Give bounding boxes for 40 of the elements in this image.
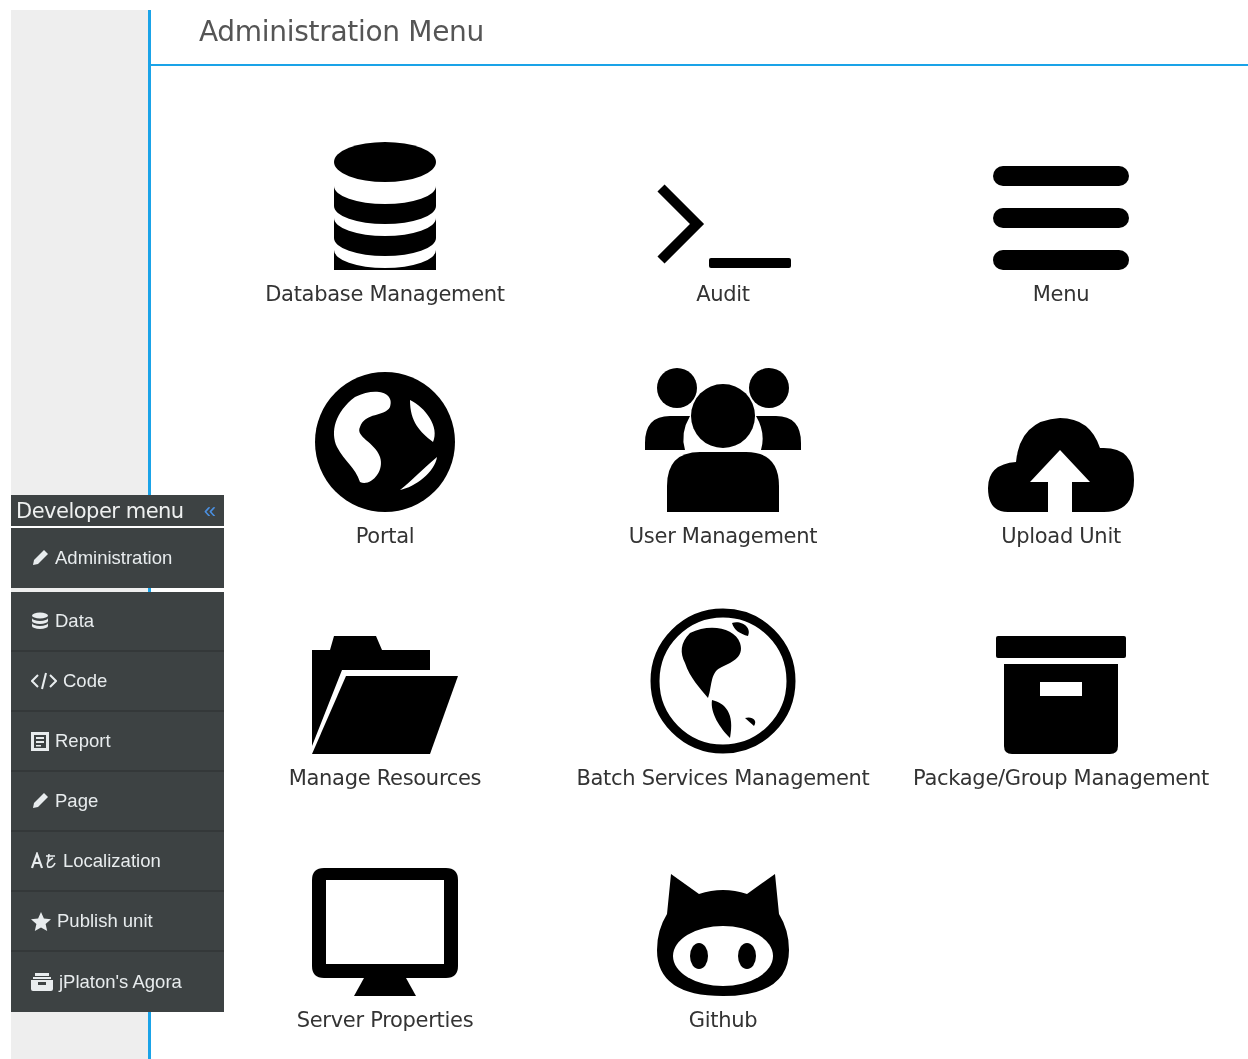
- tile-label[interactable]: Database Management: [265, 282, 505, 306]
- monitor-icon: [312, 868, 458, 996]
- code-icon: [31, 672, 57, 690]
- terminal-icon: [655, 182, 791, 270]
- tile-label[interactable]: Menu: [1032, 282, 1090, 306]
- globe-icon: [315, 372, 455, 512]
- database-icon: [31, 612, 49, 630]
- menu-item[interactable]: Page: [11, 772, 224, 832]
- tile-label[interactable]: Portal: [355, 524, 415, 548]
- tile-label[interactable]: Server Properties: [296, 1008, 474, 1032]
- menu-item[interactable]: Publish unit: [11, 892, 224, 952]
- menu-item[interactable]: Localization: [11, 832, 224, 892]
- tile-label[interactable]: Package/Group Management: [913, 766, 1209, 790]
- menu-icon: [993, 166, 1129, 270]
- database-icon: [334, 142, 436, 270]
- inbox-icon: [31, 973, 53, 991]
- menu-item[interactable]: Code: [11, 652, 224, 712]
- archive-icon: [996, 636, 1126, 754]
- tile-label[interactable]: Manage Resources: [288, 766, 482, 790]
- pencil-icon: [31, 549, 49, 567]
- menu-item[interactable]: Administration: [11, 528, 224, 588]
- tile-label[interactable]: Upload Unit: [1001, 524, 1121, 548]
- pencil-icon: [31, 792, 49, 810]
- report-icon: [31, 731, 49, 751]
- cat-icon: [657, 874, 789, 996]
- menu-item[interactable]: Report: [11, 712, 224, 772]
- tile-label[interactable]: Github: [688, 1008, 758, 1032]
- menu-item[interactable]: jPlaton's Agora: [11, 952, 224, 1012]
- tile-label[interactable]: Batch Services Management: [576, 766, 870, 790]
- tile-label[interactable]: User Management: [628, 524, 818, 548]
- users-icon: [645, 368, 801, 512]
- cloud-upload-icon: [988, 416, 1134, 512]
- star-icon: [31, 911, 51, 931]
- menu-item[interactable]: Data: [11, 592, 224, 652]
- tile-label[interactable]: Audit: [696, 282, 750, 306]
- language-icon: [31, 852, 57, 870]
- menu-title: Developer menu: [16, 498, 184, 523]
- page-title: Administration Menu: [199, 14, 484, 50]
- globe-icon: [650, 608, 796, 754]
- folder-icon: [312, 636, 458, 754]
